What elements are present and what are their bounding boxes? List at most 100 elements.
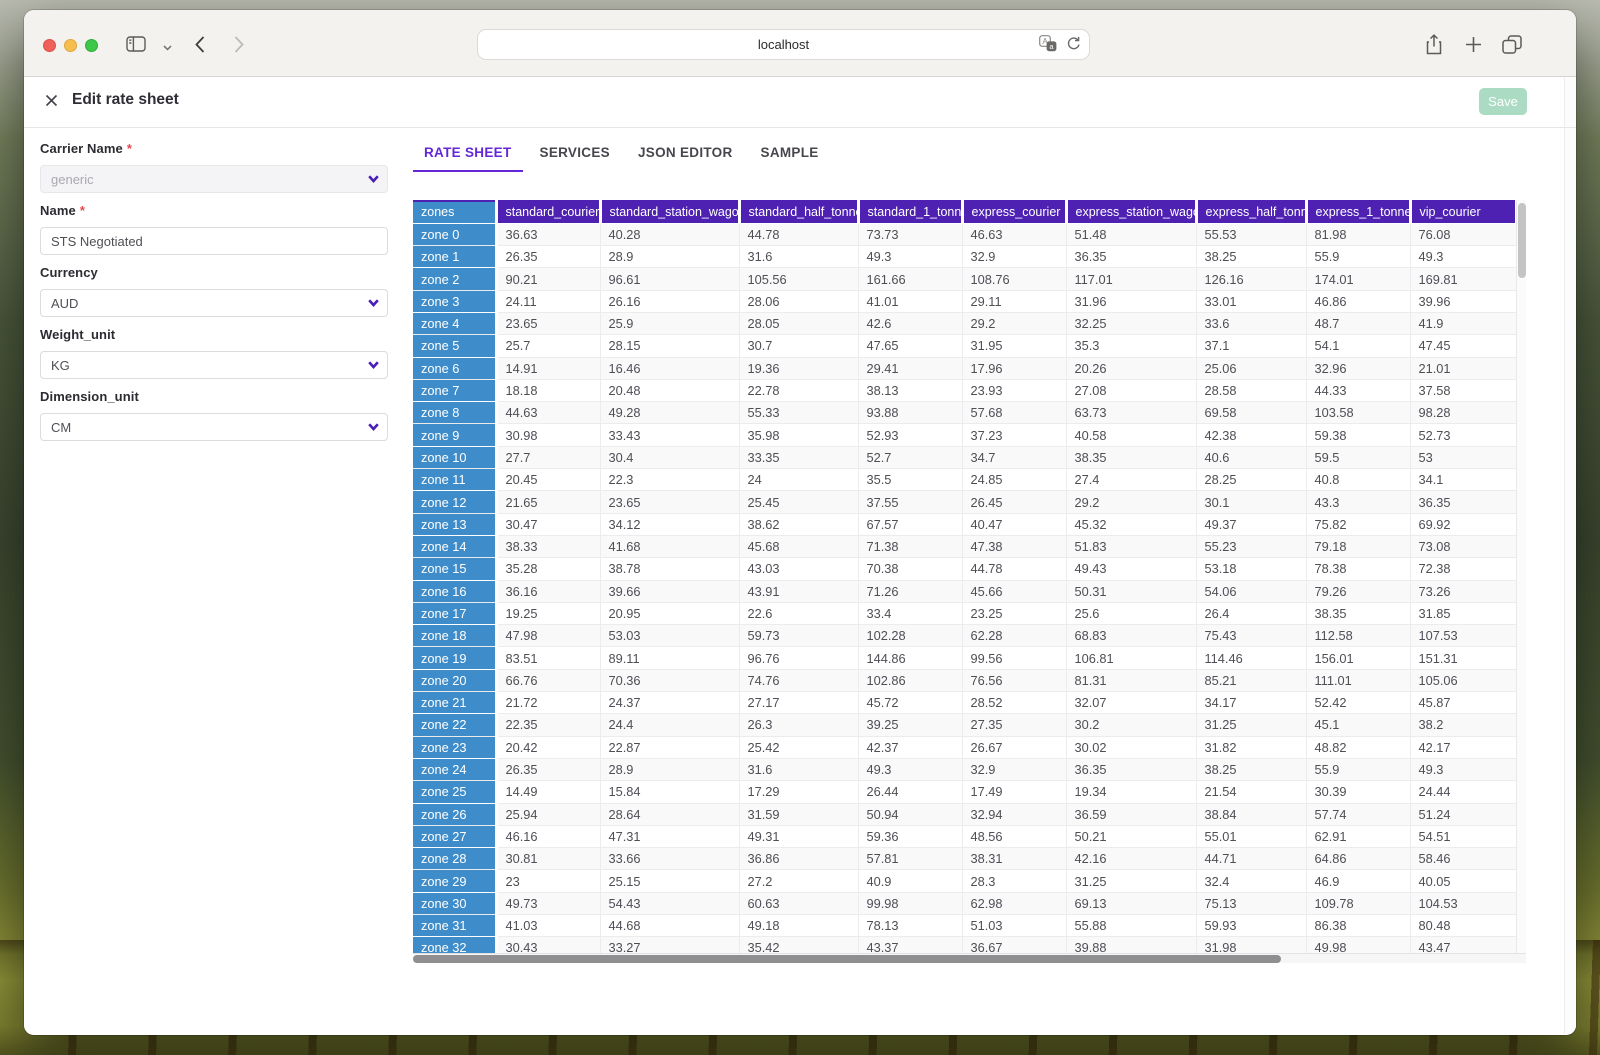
rate-cell: 31.85 <box>1410 602 1516 624</box>
rate-cell: 21.54 <box>1196 781 1306 803</box>
tab-services[interactable]: SERVICES <box>529 145 621 172</box>
rate-cell: 71.26 <box>858 580 962 602</box>
rate-cell: 33.43 <box>600 424 739 446</box>
name-input[interactable] <box>40 227 388 255</box>
back-icon[interactable] <box>189 34 211 54</box>
rate-cell: 44.68 <box>600 915 739 937</box>
rate-cell: 76.08 <box>1410 223 1516 245</box>
sidebar-toggle-icon[interactable] <box>125 34 147 54</box>
rate-cell: 47.38 <box>962 535 1066 557</box>
rate-cell: 32.96 <box>1306 357 1410 379</box>
rate-cell: 112.58 <box>1306 625 1410 647</box>
rate-cell: 17.96 <box>962 357 1066 379</box>
rate-cell: 18.18 <box>496 379 600 401</box>
field-label-name: Name* <box>40 203 388 218</box>
rate-cell: 38.25 <box>1196 758 1306 780</box>
reload-icon[interactable] <box>1066 36 1081 54</box>
tab-sample[interactable]: SAMPLE <box>750 145 830 172</box>
rate-cell: 44.78 <box>739 223 858 245</box>
zone-cell: zone 24 <box>413 758 496 780</box>
zone-cell: zone 22 <box>413 714 496 736</box>
window-controls <box>43 39 98 52</box>
translate-icon[interactable]: A a <box>1039 35 1057 55</box>
rate-cell: 39.88 <box>1066 937 1196 953</box>
rate-cell: 169.81 <box>1410 268 1516 290</box>
rate-cell: 42.16 <box>1066 848 1196 870</box>
rate-cell: 40.05 <box>1410 870 1516 892</box>
rate-cell: 49.3 <box>1410 758 1516 780</box>
page-scrollbar[interactable] <box>1564 77 1576 1034</box>
rate-cell: 30.02 <box>1066 736 1196 758</box>
zone-cell: zone 5 <box>413 335 496 357</box>
rate-cell: 36.35 <box>1066 246 1196 268</box>
rate-cell: 78.13 <box>858 915 962 937</box>
rate-cell: 69.92 <box>1410 513 1516 535</box>
column-header-vip-courier: vip_courier <box>1410 201 1516 223</box>
rate-cell: 29.2 <box>1066 491 1196 513</box>
rate-cell: 69.13 <box>1066 892 1196 914</box>
rate-cell: 108.76 <box>962 268 1066 290</box>
chevron-down-icon[interactable] <box>156 38 178 58</box>
rate-cell: 33.27 <box>600 937 739 953</box>
horizontal-scrollbar[interactable] <box>413 953 1526 963</box>
table-row: zone 1330.4734.1238.6267.5740.4745.3249.… <box>413 513 1516 535</box>
rate-cell: 49.98 <box>1306 937 1410 953</box>
currency-select[interactable]: AUD <box>40 289 388 317</box>
rate-cell: 30.43 <box>496 937 600 953</box>
close-drawer-icon[interactable] <box>44 93 59 108</box>
rate-sheet-area: zonesstandard_courierstandard_station_wa… <box>413 200 1526 963</box>
close-window-button[interactable] <box>43 39 56 52</box>
rate-cell: 62.91 <box>1306 825 1410 847</box>
horizontal-scrollbar-thumb[interactable] <box>413 955 1281 963</box>
field-label-weight-unit: Weight_unit <box>40 327 388 342</box>
rate-cell: 174.01 <box>1306 268 1410 290</box>
rate-cell: 38.35 <box>1066 446 1196 468</box>
field-label-text: Carrier Name <box>40 141 123 156</box>
rate-cell: 60.63 <box>739 892 858 914</box>
rate-cell: 49.31 <box>739 825 858 847</box>
address-bar[interactable]: localhost A a <box>477 29 1090 60</box>
rate-cell: 80.48 <box>1410 915 1516 937</box>
rate-cell: 23.65 <box>600 491 739 513</box>
weight-unit-select[interactable]: KG <box>40 351 388 379</box>
rate-cell: 31.6 <box>739 758 858 780</box>
tab-rate-sheet[interactable]: RATE SHEET <box>413 145 523 172</box>
zone-cell: zone 27 <box>413 825 496 847</box>
tab-overview-icon[interactable] <box>1501 34 1523 54</box>
rate-cell: 22.3 <box>600 469 739 491</box>
vertical-scrollbar-thumb[interactable] <box>1518 203 1526 278</box>
rate-cell: 156.01 <box>1306 647 1410 669</box>
rate-cell: 45.1 <box>1306 714 1410 736</box>
save-button[interactable]: Save <box>1479 88 1527 115</box>
rate-cell: 52.93 <box>858 424 962 446</box>
rate-cell: 39.66 <box>600 580 739 602</box>
rate-cell: 54.06 <box>1196 580 1306 602</box>
rate-cell: 63.73 <box>1066 402 1196 424</box>
table-row: zone 2121.7224.3727.1745.7228.5232.0734.… <box>413 692 1516 714</box>
rate-cell: 25.7 <box>496 335 600 357</box>
rate-cell: 41.01 <box>858 290 962 312</box>
table-row: zone 3141.0344.6849.1878.1351.0355.8859.… <box>413 915 1516 937</box>
rate-cell: 36.86 <box>739 848 858 870</box>
rate-cell: 27.35 <box>962 714 1066 736</box>
dimension-unit-select[interactable]: CM <box>40 413 388 441</box>
rate-cell: 38.33 <box>496 535 600 557</box>
carrier-name-select[interactable]: generic <box>40 165 388 193</box>
forward-icon[interactable] <box>228 34 250 54</box>
tab-json-editor[interactable]: JSON EDITOR <box>627 145 744 172</box>
zone-cell: zone 15 <box>413 558 496 580</box>
zoom-window-button[interactable] <box>85 39 98 52</box>
rate-cell: 44.71 <box>1196 848 1306 870</box>
minimize-window-button[interactable] <box>64 39 77 52</box>
share-icon[interactable] <box>1423 34 1445 54</box>
column-header-express-half-tonne: express_half_tonne <box>1196 201 1306 223</box>
table-row: zone 1847.9853.0359.73102.2862.2868.8375… <box>413 625 1516 647</box>
vertical-scrollbar[interactable] <box>1516 200 1526 953</box>
rate-cell: 22.6 <box>739 602 858 624</box>
rate-cell: 49.43 <box>1066 558 1196 580</box>
table-row: zone 2222.3524.426.339.2527.3530.231.254… <box>413 714 1516 736</box>
address-bar-url: localhost <box>758 37 809 52</box>
new-tab-icon[interactable] <box>1462 34 1484 54</box>
rate-cell: 38.2 <box>1410 714 1516 736</box>
zone-cell: zone 23 <box>413 736 496 758</box>
